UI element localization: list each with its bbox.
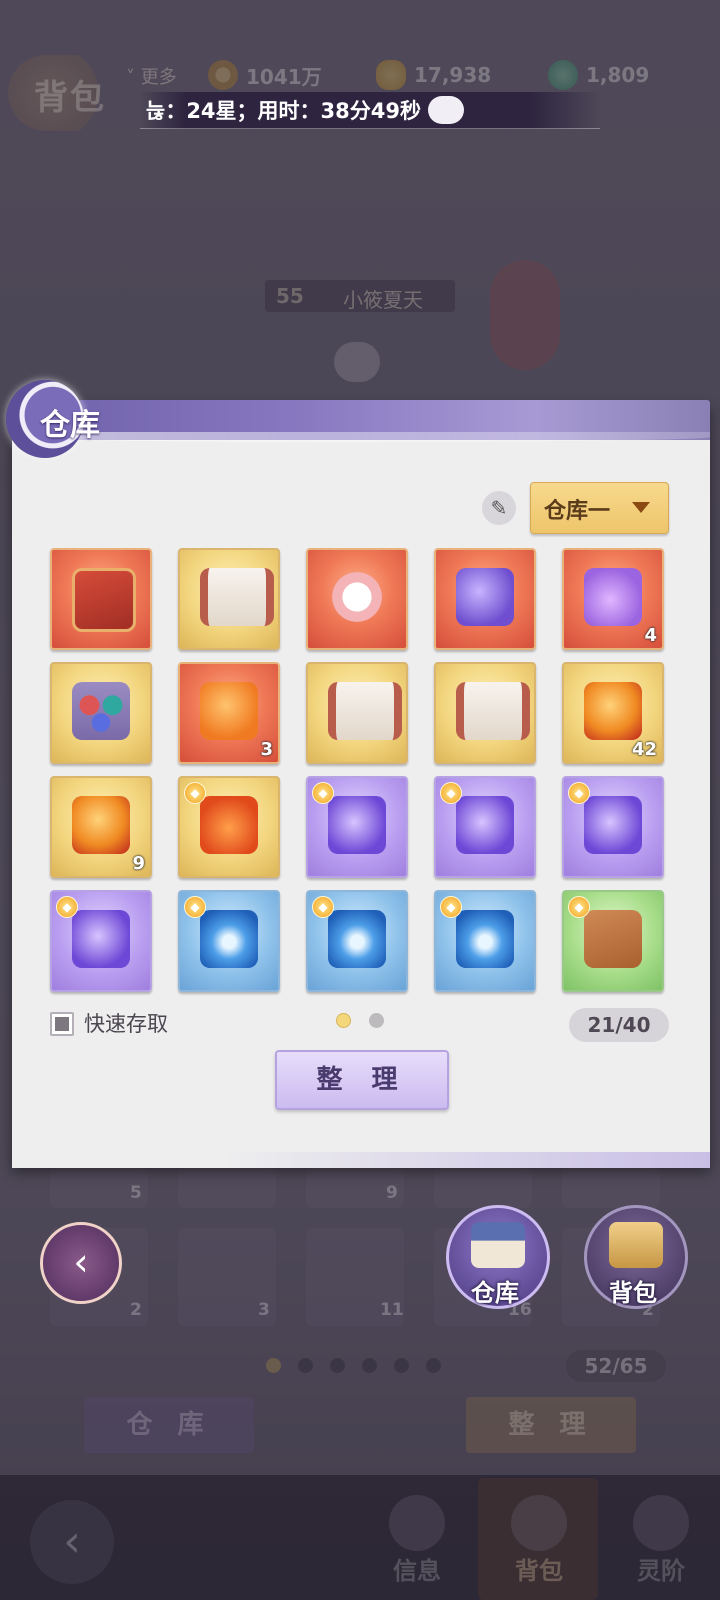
tri-orb-icon <box>72 682 130 740</box>
fox-orb-icon <box>200 682 258 740</box>
bag-icon <box>584 568 642 626</box>
scroll-icon <box>328 682 402 740</box>
item-slot[interactable] <box>434 662 536 764</box>
scroll-icon <box>456 682 530 740</box>
item-quantity: 4 <box>644 625 657 646</box>
caret-down-icon <box>632 502 650 513</box>
pendant-purple-icon <box>456 796 514 854</box>
dialog-header <box>12 400 710 442</box>
bow-icon <box>328 568 386 626</box>
item-quantity: 42 <box>631 739 657 760</box>
capacity-counter: 21/40 <box>569 1008 669 1042</box>
item-slot[interactable] <box>178 548 280 650</box>
fire-orb-icon <box>72 796 130 854</box>
item-slot[interactable] <box>50 662 152 764</box>
item-slot[interactable]: 3 <box>178 662 280 764</box>
warehouse-select-label: 仓库一 <box>544 499 611 524</box>
item-slot[interactable]: ◆ <box>434 776 536 878</box>
pendant-purple-icon <box>328 796 386 854</box>
bag-toggle-label: 背包 <box>609 1279 657 1307</box>
item-slot[interactable] <box>434 548 536 650</box>
equip-badge-icon: ◆ <box>440 896 462 918</box>
orb-purple-icon <box>456 568 514 626</box>
item-quantity: 3 <box>260 739 273 760</box>
page-indicator <box>336 1013 384 1028</box>
equip-badge-icon: ◆ <box>184 782 206 804</box>
dialog-title: 仓库 <box>40 408 100 443</box>
pendant-purple-icon <box>72 910 130 968</box>
item-slot[interactable]: ◆ <box>178 776 280 878</box>
announcement-text: 늖：24星；用时：38分49秒 <box>146 99 421 123</box>
sort-button[interactable]: 整 理 <box>275 1050 449 1110</box>
scroll-icon <box>200 568 274 626</box>
item-slot[interactable]: ◆ <box>434 890 536 992</box>
item-slot[interactable]: ◆ <box>562 776 664 878</box>
item-slot[interactable]: 42 <box>562 662 664 764</box>
item-slot[interactable]: ◆ <box>306 890 408 992</box>
pendant-blue-icon <box>328 910 386 968</box>
page-dot[interactable] <box>369 1013 384 1028</box>
warehouse-building-icon <box>471 1222 525 1268</box>
gift-box-icon <box>609 1222 663 1268</box>
item-slot[interactable]: ◆ <box>562 890 664 992</box>
announcement-mascot-icon <box>428 96 464 124</box>
wood-icon <box>584 910 642 968</box>
item-slot[interactable] <box>306 548 408 650</box>
pendant-purple-icon <box>584 796 642 854</box>
item-quantity: 9 <box>132 853 145 874</box>
quick-access-label: 快速存取 <box>84 1012 168 1036</box>
item-slot[interactable]: ◆ <box>306 776 408 878</box>
item-slot[interactable] <box>306 662 408 764</box>
item-slot[interactable]: 9 <box>50 776 152 878</box>
chest-icon <box>72 568 136 632</box>
pendant-blue-icon <box>456 910 514 968</box>
item-slot[interactable]: 4 <box>562 548 664 650</box>
brush-icon[interactable]: ✎ <box>482 491 516 525</box>
pouch-icon <box>200 796 258 854</box>
quick-access-checkbox[interactable] <box>50 1012 74 1036</box>
equip-badge-icon: ◆ <box>184 896 206 918</box>
equip-badge-icon: ◆ <box>56 896 78 918</box>
back-button[interactable]: ‹ <box>40 1222 122 1304</box>
equip-badge-icon: ◆ <box>312 782 334 804</box>
equip-badge-icon: ◆ <box>568 782 590 804</box>
item-slot[interactable]: ◆ <box>50 890 152 992</box>
warehouse-toggle-label: 仓库 <box>471 1279 519 1307</box>
pendant-blue-icon <box>200 910 258 968</box>
page-dot-active[interactable] <box>336 1013 351 1028</box>
equip-badge-icon: ◆ <box>312 896 334 918</box>
item-slot[interactable]: ◆ <box>178 890 280 992</box>
equip-badge-icon: ◆ <box>568 896 590 918</box>
item-slot[interactable] <box>50 548 152 650</box>
dialog-footer-deco <box>12 1152 710 1168</box>
equip-badge-icon: ◆ <box>440 782 462 804</box>
fire-orb-icon <box>584 682 642 740</box>
